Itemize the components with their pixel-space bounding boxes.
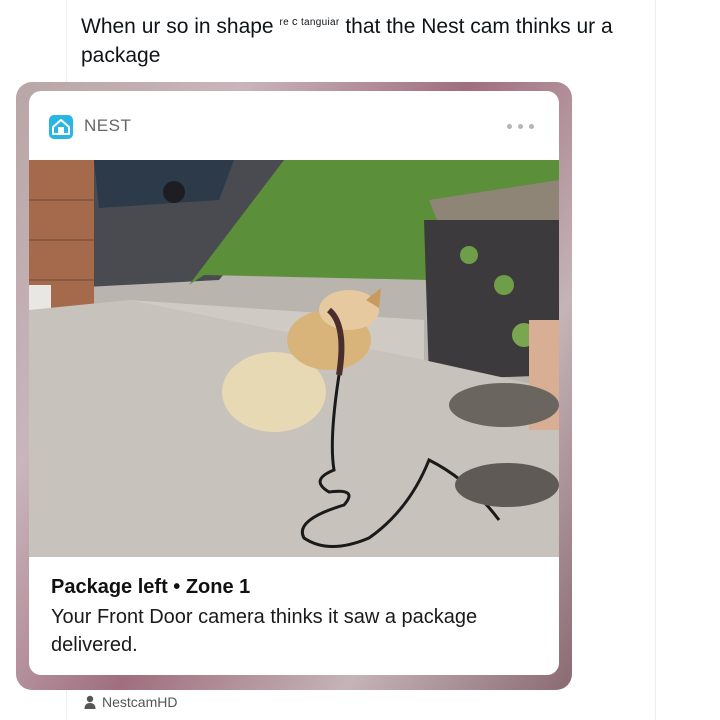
- author-name: NestcamHD: [102, 694, 178, 710]
- notification-card[interactable]: NEST Package left • Zone 1 Your Front Do…: [29, 91, 559, 675]
- camera-snapshot: [29, 160, 559, 557]
- notification-body: Your Front Door camera thinks it saw a p…: [51, 606, 478, 656]
- nest-home-icon: [49, 115, 73, 139]
- app-name: NEST: [84, 116, 132, 135]
- person-icon: [84, 695, 96, 709]
- post-caption: When ur so in shape re c tanguiar that t…: [81, 12, 641, 70]
- caption-superscript: re c tanguiar: [279, 16, 340, 28]
- author-credit[interactable]: NestcamHD: [84, 694, 177, 710]
- notification-title: Package left • Zone 1: [51, 576, 251, 598]
- more-dots-icon[interactable]: [507, 121, 539, 131]
- notification-header: NEST: [29, 91, 559, 160]
- caption-text-start: When ur so in shape: [81, 15, 274, 38]
